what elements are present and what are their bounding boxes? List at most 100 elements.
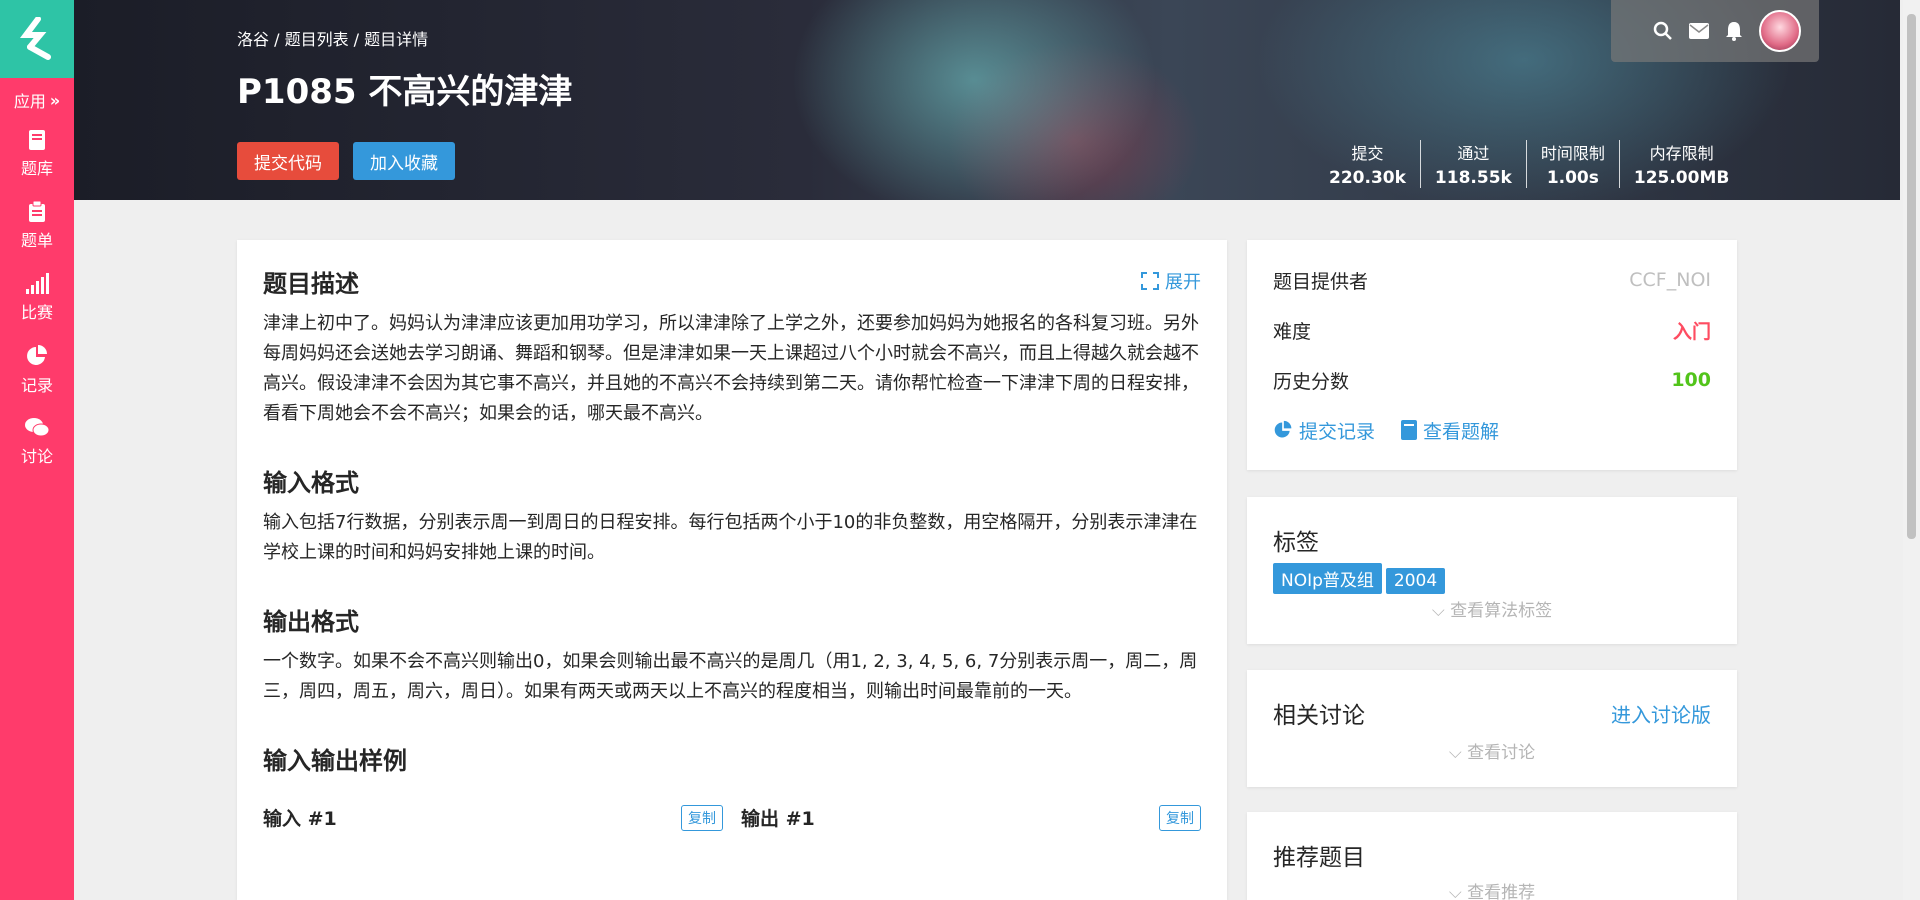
tags-card: 标签 NOIp普及组 2004 ⌵ 查看算法标签 [1247, 497, 1737, 644]
difficulty-row: 难度 入门 [1273, 305, 1711, 355]
description-text: 津津上初中了。妈妈认为津津应该更加用功学习，所以津津除了上学之外，还要参加妈妈为… [263, 313, 1199, 424]
provider-label: 题目提供者 [1273, 270, 1369, 293]
book-icon [1401, 420, 1418, 440]
discussion-title: 相关讨论 [1273, 703, 1365, 729]
stat-label: 时间限制 [1540, 144, 1605, 163]
input-format-title: 输入格式 [263, 469, 359, 497]
mail-icon[interactable] [1689, 23, 1709, 39]
info-links: 提交记录 查看题解 [1273, 405, 1711, 455]
recommend-title: 推荐题目 [1273, 845, 1365, 871]
copy-output-button[interactable]: 复制 [1159, 804, 1201, 831]
chat-icon [25, 418, 50, 437]
stat-value: 220.30k [1329, 168, 1406, 188]
stat-value: 125.00MB [1633, 168, 1730, 188]
expand-label: 展开 [1165, 272, 1201, 293]
score-label: 历史分数 [1273, 370, 1350, 393]
add-favorite-button[interactable]: 加入收藏 [353, 142, 455, 180]
sidebar-item-records[interactable]: 记录 [0, 334, 74, 406]
clipboard-icon [29, 201, 45, 222]
show-recommendations[interactable]: ⌵ 查看推荐 [1273, 878, 1711, 900]
search-icon[interactable] [1653, 21, 1673, 41]
sidebar-item-label: 比赛 [20, 303, 53, 322]
show-algorithm-tags-label: 查看算法标签 [1450, 601, 1553, 621]
input-sample-label: 输入 #1 [263, 808, 337, 830]
provider-value[interactable]: CCF_NOI [1629, 269, 1711, 291]
score-value: 100 [1671, 369, 1711, 391]
expand-button[interactable]: 展开 [1141, 268, 1201, 294]
stat-label: 内存限制 [1649, 144, 1714, 163]
output-format-title: 输出格式 [263, 608, 359, 636]
page-title: P1085 不高兴的津津 [237, 72, 573, 112]
submit-code-button[interactable]: 提交代码 [237, 142, 339, 180]
enter-forum-link[interactable]: 进入讨论版 [1611, 699, 1711, 728]
discussion-card: 相关讨论 进入讨论版 ⌵ 查看讨论 [1247, 670, 1737, 787]
chevron-down-icon: ⌵ [1448, 743, 1462, 763]
sidebar-item-contests[interactable]: 比赛 [0, 262, 74, 334]
app-menu-label: 应用 [13, 92, 46, 111]
bar-chart-icon [26, 273, 49, 294]
stat-value: 118.55k [1434, 168, 1512, 188]
stat-submissions: 提交 220.30k [1315, 140, 1420, 188]
sidebar-item-problems[interactable]: 题库 [0, 118, 74, 190]
user-avatar[interactable] [1759, 10, 1801, 52]
problem-stats: 提交 220.30k 通过 118.55k 时间限制 1.00s 内存限制 12… [1315, 140, 1743, 188]
stat-label: 通过 [1457, 144, 1490, 163]
tag-list: NOIp普及组 2004 [1273, 563, 1711, 594]
score-row: 历史分数 100 [1273, 355, 1711, 405]
discussion-header: 相关讨论 进入讨论版 [1273, 696, 1711, 730]
chevron-down-icon: ⌵ [1448, 883, 1462, 900]
output-sample-header: 输出 #1 复制 [741, 804, 1201, 831]
user-toolbar [1611, 0, 1819, 62]
page-scrollbar[interactable] [1903, 0, 1920, 900]
sidebar-item-label: 记录 [20, 376, 53, 395]
sidebar-item-discuss[interactable]: 讨论 [0, 406, 74, 478]
sidebar-item-problem-lists[interactable]: 题单 [0, 190, 74, 262]
scrollbar-thumb[interactable] [1907, 14, 1916, 539]
show-discussions-label: 查看讨论 [1467, 743, 1536, 763]
luogu-logo[interactable] [0, 0, 74, 78]
problem-info-card: 题目提供者 CCF_NOI 难度 入门 历史分数 100 提交记录 查看题解 [1247, 240, 1737, 470]
logo-icon [20, 17, 51, 60]
view-solutions-label: 查看题解 [1423, 420, 1500, 443]
stat-value: 1.00s [1546, 168, 1599, 188]
header-banner: 洛谷 / 题目列表 / 题目详情 P1085 不高兴的津津 提交代码 加入收藏 … [74, 0, 1900, 200]
view-solutions-link[interactable]: 查看题解 [1401, 417, 1499, 444]
stat-memory-limit: 内存限制 125.00MB [1618, 140, 1743, 188]
show-algorithm-tags[interactable]: ⌵ 查看算法标签 [1273, 596, 1711, 621]
show-recommendations-label: 查看推荐 [1467, 883, 1536, 900]
stat-label: 提交 [1351, 144, 1384, 163]
output-sample-label: 输出 #1 [741, 808, 815, 830]
provider-row: 题目提供者 CCF_NOI [1273, 255, 1711, 305]
sidebar-item-label: 讨论 [20, 447, 53, 466]
difficulty-value: 入门 [1672, 320, 1711, 343]
samples-title: 输入输出样例 [263, 747, 407, 775]
description-title: 题目描述 [263, 270, 359, 298]
app-menu-link[interactable]: 应用 » [0, 88, 74, 112]
recommend-card: 推荐题目 ⌵ 查看推荐 [1247, 812, 1737, 900]
breadcrumb[interactable]: 洛谷 / 题目列表 / 题目详情 [237, 26, 428, 50]
sidebar: 应用 » 题库 题单 比赛 记录 讨论 [0, 0, 74, 900]
show-discussions[interactable]: ⌵ 查看讨论 [1273, 738, 1711, 763]
submission-records-label: 提交记录 [1299, 420, 1376, 443]
tag-item[interactable]: 2004 [1385, 568, 1446, 594]
pie-chart-icon [1274, 420, 1292, 438]
copy-input-button[interactable]: 复制 [681, 804, 723, 831]
bell-icon[interactable] [1725, 21, 1743, 41]
tag-item[interactable]: NOIp普及组 [1273, 563, 1382, 594]
tags-title: 标签 [1273, 530, 1319, 556]
output-format-text: 一个数字。如果不会不高兴则输出0，如果会则输出最不高兴的是周几（用1, 2, 3… [263, 651, 1198, 702]
double-chevron-right-icon: » [49, 90, 61, 110]
input-format-text: 输入包括7行数据，分别表示周一到周日的日程安排。每行包括两个小于10的非负整数，… [263, 512, 1198, 563]
book-icon [29, 130, 45, 150]
pie-chart-icon [27, 345, 47, 365]
chevron-down-icon: ⌵ [1431, 601, 1445, 621]
stat-time-limit: 时间限制 1.00s [1525, 140, 1619, 188]
input-sample-header: 输入 #1 复制 [263, 804, 723, 831]
problem-content-card: 题目描述 展开 津津上初中了。妈妈认为津津应该更加用功学习，所以津津除了上学之外… [237, 240, 1227, 900]
difficulty-label: 难度 [1273, 320, 1312, 343]
samples-row: 输入 #1 复制 输出 #1 复制 [263, 804, 1201, 831]
submission-records-link[interactable]: 提交记录 [1273, 417, 1375, 444]
sidebar-item-label: 题单 [20, 231, 53, 250]
stat-accepted: 通过 118.55k [1419, 140, 1526, 188]
sidebar-item-label: 题库 [20, 159, 53, 178]
